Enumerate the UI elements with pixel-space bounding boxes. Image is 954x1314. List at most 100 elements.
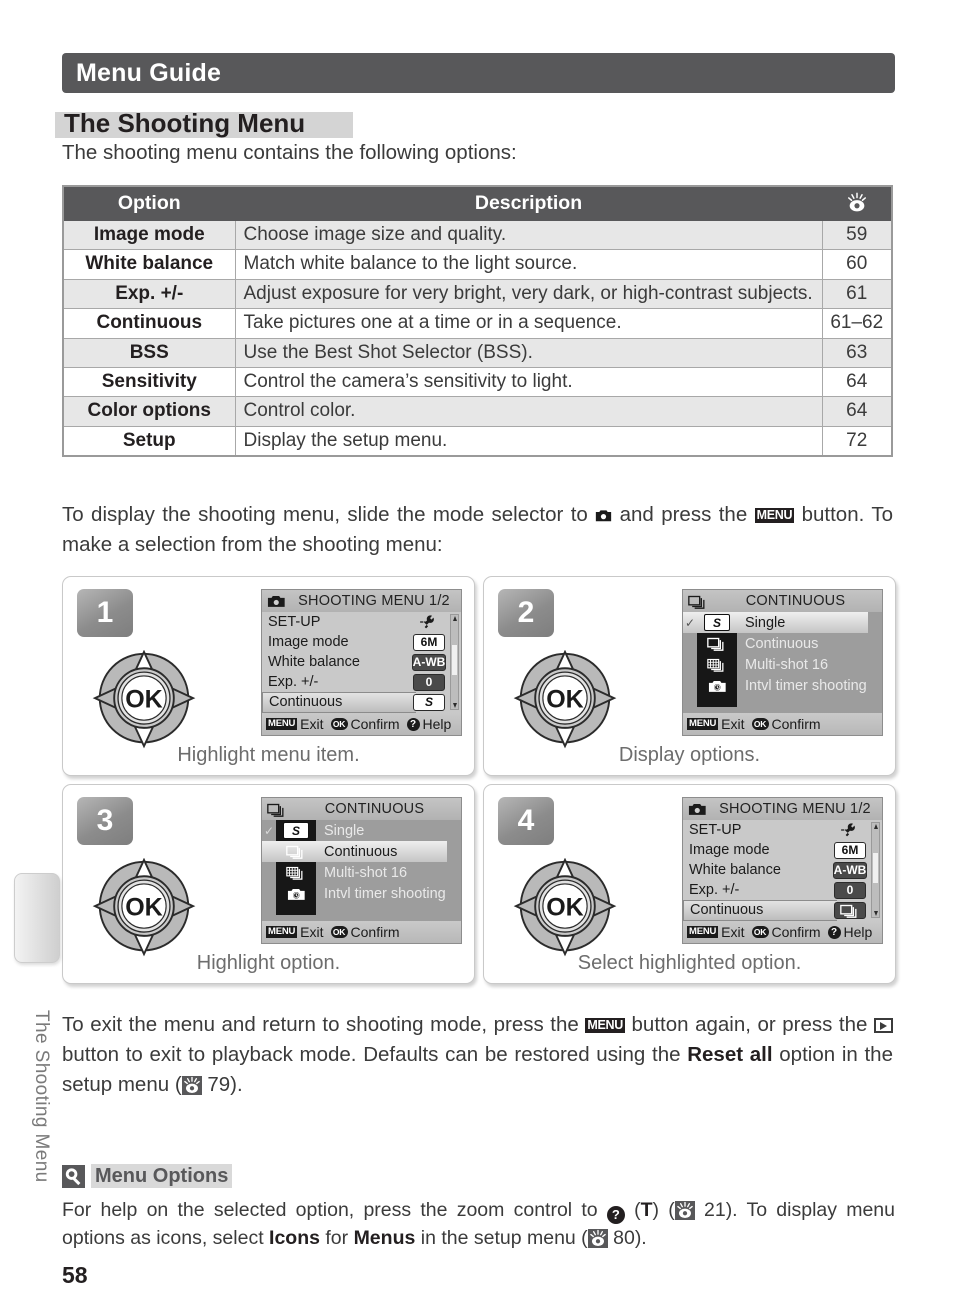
- value-chip: A-WB: [832, 861, 868, 879]
- lcd-title-text: CONTINUOUS: [745, 593, 846, 609]
- single-icon: S: [283, 822, 309, 839]
- cell-option: Color options: [62, 396, 236, 427]
- column-header-description: Description: [234, 185, 823, 221]
- cell-description: Display the setup menu.: [234, 425, 823, 457]
- table-row: BSS Use the Best Shot Selector (BSS). 63: [62, 337, 893, 369]
- lcd-footer-hint: MENU Exit: [687, 716, 745, 732]
- multi-selector-dpad[interactable]: OK: [91, 857, 197, 958]
- option-row[interactable]: Multi-shot 16: [683, 654, 882, 675]
- cell-page-reference: 59: [821, 219, 893, 251]
- lcd-footer-hint: MENU Exit: [687, 924, 745, 940]
- dpad-ok-label: OK: [125, 894, 163, 922]
- menu-item-value: 0: [411, 672, 447, 692]
- menu-item-selected[interactable]: Continuous: [262, 692, 428, 713]
- menu-item-selected[interactable]: Continuous: [683, 900, 849, 921]
- menu-key-icon: MENU: [266, 718, 298, 730]
- cell-option: Image mode: [62, 219, 236, 251]
- note-ref-21: 21: [703, 1199, 726, 1221]
- lcd-footer-hint: ? Help: [406, 716, 451, 732]
- cell-page-reference: 61: [821, 278, 893, 310]
- step-panel: 3 OK CONTINUOUS ✓ S Single Continuous Multi-sho…: [62, 784, 475, 984]
- side-thumb-tab: [14, 873, 60, 963]
- help-key-icon: ?: [406, 717, 420, 731]
- multi-selector-dpad[interactable]: OK: [512, 649, 618, 750]
- menu-item-value: 6M: [832, 840, 868, 860]
- option-row[interactable]: Continuous: [683, 633, 882, 654]
- scroll-down-arrow-icon: [873, 911, 878, 916]
- dpad-illustration[interactable]: OK: [512, 857, 618, 958]
- ok-key-icon: OK: [751, 926, 769, 938]
- zoom-T-bold: T: [640, 1199, 653, 1221]
- menu-item-value: 0: [832, 880, 868, 900]
- scroll-up-arrow-icon: [873, 824, 878, 829]
- option-icon: [697, 636, 737, 651]
- cell-description: Choose image size and quality.: [234, 219, 823, 251]
- column-header-page-reference: [821, 185, 893, 221]
- multishot-icon: [286, 866, 303, 880]
- para-display-text-2: and press the: [612, 503, 755, 526]
- tip-bulb-icon: [62, 1164, 85, 1188]
- step-number-badge: 1: [77, 589, 133, 637]
- continuous-icon: [286, 845, 303, 859]
- reset-all-bold: Reset all: [687, 1043, 773, 1067]
- scrollbar[interactable]: [871, 822, 880, 918]
- menu-key-icon: MENU: [687, 926, 719, 938]
- continuous-icon: [840, 904, 857, 918]
- single-icon: S: [704, 614, 730, 631]
- step-panels: 1 OK SHOOTING MENU 1/2 SET-UP Image mode Whit…: [62, 576, 896, 984]
- option-row-selected[interactable]: Continuous: [262, 841, 447, 862]
- menu-options-note: Menu Options For help on the selected op…: [62, 1163, 895, 1253]
- note-text-6: in the setup menu (: [415, 1227, 588, 1250]
- para-exit-ref-page: 79: [207, 1073, 231, 1097]
- option-row[interactable]: ✓ S Single: [262, 820, 461, 841]
- option-label: Intvl timer shooting: [745, 677, 867, 694]
- option-label: Intvl timer shooting: [324, 885, 446, 902]
- dpad-ok-label: OK: [546, 894, 584, 922]
- cell-description: Adjust exposure for very bright, very da…: [234, 278, 823, 310]
- option-label: Multi-shot 16: [324, 864, 408, 881]
- lcd-footer-hint: MENU Exit: [266, 716, 324, 732]
- section-title: The Shooting Menu: [64, 108, 306, 138]
- lcd-footer: MENU Exit OK Confirm ? Help: [683, 921, 882, 943]
- option-row[interactable]: Intvl timer shooting: [683, 675, 882, 696]
- option-row-selected[interactable]: ✓ S Single: [683, 612, 868, 633]
- scrollbar-thumb: [452, 645, 457, 675]
- table-row: Image mode Choose image size and quality.…: [62, 219, 893, 251]
- dpad-illustration[interactable]: OK: [512, 649, 618, 750]
- option-label: Single: [745, 614, 786, 631]
- dpad-illustration[interactable]: OK: [91, 857, 197, 958]
- continuous-icon: [688, 595, 705, 609]
- multi-selector-dpad[interactable]: OK: [512, 857, 618, 958]
- lcd-title-bar: CONTINUOUS: [683, 590, 882, 612]
- lcd-title-text: SHOOTING MENU 1/2: [719, 801, 871, 817]
- cell-description: Take pictures one at a time or in a sequ…: [234, 308, 823, 339]
- option-row[interactable]: Multi-shot 16: [262, 862, 461, 883]
- menus-bold: Menus: [353, 1227, 416, 1250]
- option-icon: [276, 844, 316, 859]
- section-heading: The Shooting Menu: [55, 108, 353, 139]
- dpad-ok-label: OK: [125, 686, 163, 714]
- dpad-illustration[interactable]: OK: [91, 649, 197, 750]
- option-icon: [276, 865, 316, 880]
- option-label: Continuous: [324, 843, 398, 860]
- lcd-option-list: ✓ S Single Continuous Multi-shot 16 Intvl tim…: [262, 820, 461, 921]
- option-row[interactable]: Intvl timer shooting: [262, 883, 461, 904]
- step-panel: 2 OK CONTINUOUS ✓ S Single Continuous Multi-sho…: [483, 576, 896, 776]
- lcd-footer: MENU Exit OK Confirm: [262, 921, 461, 943]
- eye-ref-icon: [847, 192, 866, 212]
- intvl-timer-icon: [287, 888, 305, 900]
- scrollbar[interactable]: [450, 614, 459, 710]
- step-number-badge: 2: [498, 589, 554, 637]
- lcd-menu-list: SET-UP Image mode White balance Exp. +/- Con…: [683, 820, 882, 921]
- table-row: Continuous Take pictures one at a time or…: [62, 308, 893, 339]
- value-chip: A-WB: [411, 653, 447, 671]
- note-header: Menu Options: [62, 1163, 895, 1189]
- note-text-7: ).: [634, 1227, 647, 1250]
- step-number-badge: 3: [77, 797, 133, 845]
- step-panel: 1 OK SHOOTING MENU 1/2 SET-UP Image mode Whit…: [62, 576, 475, 776]
- multi-selector-dpad[interactable]: OK: [91, 649, 197, 750]
- table-header-row: Option Description: [62, 185, 893, 221]
- para-exit-text-5: ).: [230, 1073, 243, 1097]
- dpad-ok-label: OK: [546, 686, 584, 714]
- note-text-1: For help on the selected option, press t…: [62, 1199, 607, 1221]
